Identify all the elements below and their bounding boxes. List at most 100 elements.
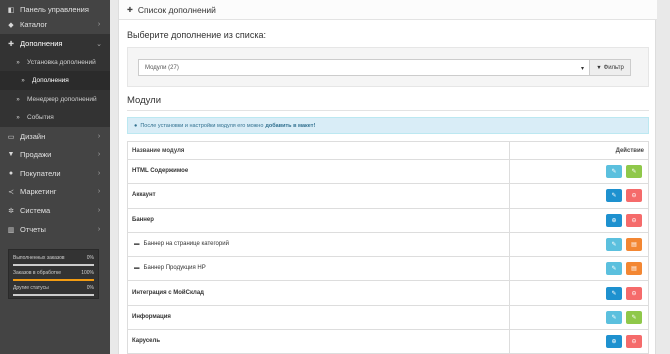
app-window: ◧ Панель управления ◆ Каталог › ✚ Дополн… [0,0,670,354]
module-name-text: Интеграция с МойСклад [132,289,204,296]
primary-action-button[interactable]: ⊕ [606,213,622,227]
secondary-action-button[interactable]: ⊖ [626,213,642,227]
chevron-right-icon: › [97,188,101,195]
secondary-action-button[interactable]: ▤ [626,262,642,276]
secondary-action-button[interactable]: ⊖ [626,335,642,349]
info-icon: ● [134,122,138,129]
folder-icon: ▬ [134,241,140,248]
module-name-text: Баннер на странице категорий [143,241,229,248]
stat-value: 100% [81,270,94,276]
secondary-action-button[interactable]: ⊖ [626,286,642,300]
sidebar-item-catalog[interactable]: ◆ Каталог › [0,15,110,34]
primary-action-button[interactable]: ⊕ [606,335,622,349]
module-name: ▬ Баннер Продукция НР [132,265,206,271]
stat-processing-orders: Заказов в обработке 100% [13,268,94,283]
table-row: Интеграция с МойСклад ✎ ⊖ [128,282,648,306]
chevron-down-icon: ⌄ [96,40,102,48]
stat-value: 0% [86,255,94,261]
choose-extension-label: Выберите дополнение из списка: [127,30,266,40]
sidebar-item-install-extensions[interactable]: » Установка дополнений [0,53,110,72]
puzzle-icon: ✚ [127,6,133,14]
filter-button[interactable]: ▼ Фильтр [589,59,631,76]
user-icon: ● [8,170,14,177]
table-row: ▬ Баннер Продукция НР ✎ ▤ [128,257,648,282]
sidebar-item-design[interactable]: ▭ Дизайн › [0,127,110,146]
table-row: ▬ Баннер на странице категорий ✎ ▤ [128,233,648,258]
primary-action-button[interactable]: ✎ [606,238,622,252]
trash-icon: ▤ [631,242,637,249]
sidebar-item-system[interactable]: ✲ Система › [0,201,110,220]
sidebar-item-customers[interactable]: ● Покупатели › [0,164,110,183]
pencil-icon: ✎ [611,290,617,297]
sidebar-item-label: Панель управления [20,5,89,14]
table-row: HTML Содержимое ✎ ✎ [128,160,648,185]
chevron-right-icon: › [97,133,101,140]
panel-title: Список дополнений [137,4,216,15]
minus-circle-icon: ⊖ [631,290,637,297]
sidebar-item-events[interactable]: » События [0,108,110,127]
column-header-action: Действие [615,148,644,154]
chevron-right-icon: » [16,114,20,121]
sidebar-item-label: Маркетинг [20,187,57,196]
table-header: Название модуля Действие [128,142,648,160]
progress-bar [13,294,94,296]
filter-icon: ▼ [596,64,602,71]
module-name-text: HTML Содержимое [132,168,189,175]
dashboard-icon: ◧ [7,6,15,14]
primary-action-button[interactable]: ✎ [606,262,622,276]
pencil-icon: ✎ [611,242,617,249]
module-name-text: Баннер Продукция НР [143,265,206,272]
pencil-icon: ✎ [611,266,617,273]
secondary-action-button[interactable]: ✎ [626,310,642,324]
secondary-action-button[interactable]: ✎ [626,165,642,179]
sidebar-item-marketing[interactable]: ≺ Маркетинг › [0,182,110,201]
sidebar: ◧ Панель управления ◆ Каталог › ✚ Дополн… [0,0,110,354]
sidebar-item-label: Отчеты [20,225,46,234]
primary-action-button[interactable]: ✎ [606,189,622,203]
secondary-action-button[interactable]: ⊖ [626,189,642,203]
select-value: Модули (27) [145,64,179,71]
extension-type-select[interactable]: Модули (27) ▾ [138,59,590,76]
sidebar-item-label: Покупатели [20,169,61,178]
module-name-text: Аккаунт [132,192,156,199]
chevron-right-icon: › [97,151,101,158]
monitor-icon: ▭ [7,133,15,141]
caret-down-icon: ▾ [580,66,584,72]
sidebar-item-reports[interactable]: ▥ Отчеты › [0,220,110,239]
sidebar-item-sales[interactable]: ▼ Продажи › [0,145,110,164]
tag-icon: ◆ [8,21,14,29]
sidebar-item-label: Дизайн [20,132,46,141]
sidebar-item-extensions-list[interactable]: » Дополнения [0,71,110,90]
module-name: Интеграция с МойСклад [132,290,204,296]
module-name: Информация [132,314,171,320]
panel-heading: ✚ Список дополнений [119,0,657,20]
modules-table: Название модуля Действие HTML Содержимое… [127,141,649,354]
stat-completed-orders: Выполненных заказов 0% [13,253,94,268]
sidebar-item-label: Установка дополнений [27,59,96,66]
column-header-name: Название модуля [132,148,185,154]
sidebar-item-extensions[interactable]: ✚ Дополнения ⌄ [0,34,110,53]
module-name-text: Информация [132,313,171,320]
pencil-icon: ✎ [631,314,637,321]
table-row: Аккаунт ✎ ⊖ [128,184,648,209]
table-row: Карусель ⊕ ⊖ [128,330,648,354]
primary-action-button[interactable]: ✎ [606,165,622,179]
filter-button-label: Фильтр [603,64,624,71]
module-name: Аккаунт [132,192,156,198]
chevron-right-icon: › [97,170,101,177]
alert-link[interactable]: добавить в макет! [265,123,315,129]
bar-chart-icon: ▥ [7,226,15,234]
minus-circle-icon: ⊖ [631,339,637,346]
info-alert: ● После установки и настройки модуля его… [127,117,649,134]
main-panel: ✚ Список дополнений Выберите дополнение … [118,0,657,354]
module-name-text: Карусель [132,338,161,345]
primary-action-button[interactable]: ✎ [606,310,622,324]
pencil-icon: ✎ [611,193,617,200]
stat-label: Выполненных заказов [13,255,65,261]
pencil-icon: ✎ [631,169,637,176]
primary-action-button[interactable]: ✎ [606,286,622,300]
sidebar-item-extension-manager[interactable]: » Менеджер дополнений [0,90,110,109]
secondary-action-button[interactable]: ▤ [626,238,642,252]
progress-bar [13,264,94,266]
cart-icon: ▼ [7,151,15,158]
